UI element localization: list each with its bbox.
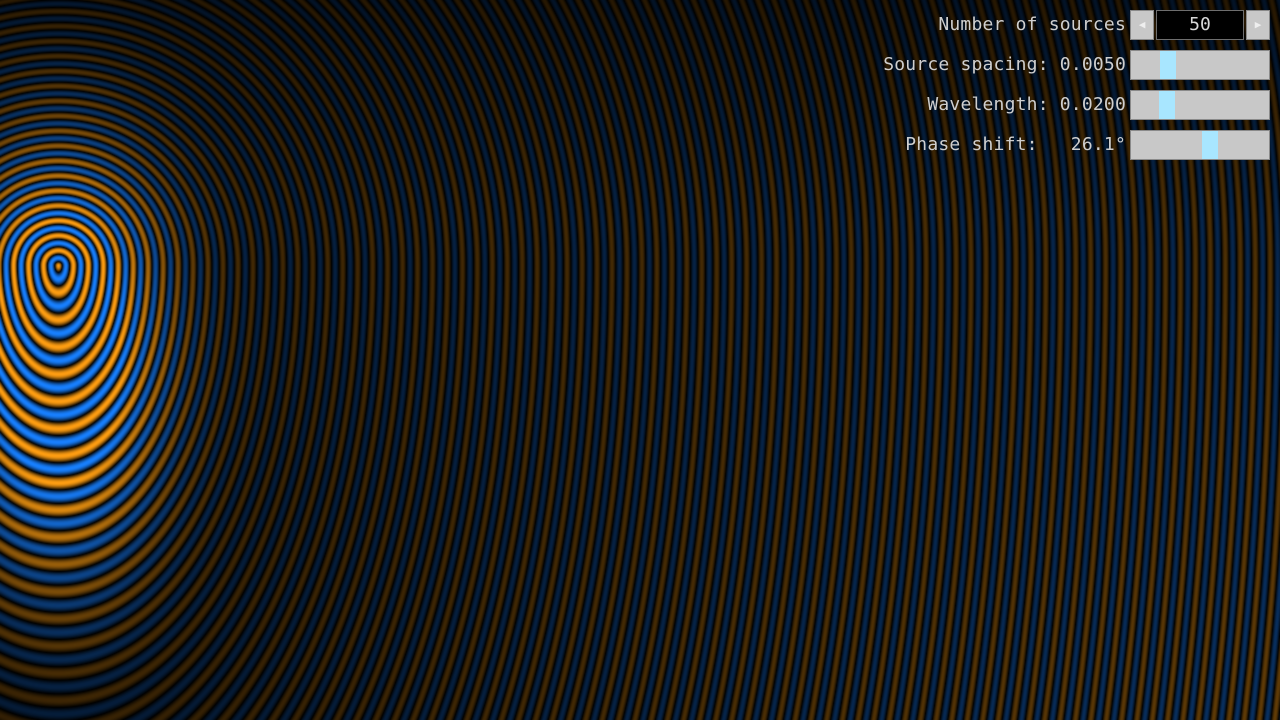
increment-button[interactable]: ▶	[1246, 10, 1270, 40]
phase-row: Phase shift: 26.1°	[870, 130, 1270, 160]
sources-label: Number of sources	[938, 14, 1126, 35]
wavelength-label: Wavelength: 0.0200	[927, 94, 1126, 115]
wavelength-slider[interactable]	[1130, 90, 1270, 120]
spacing-slider-thumb[interactable]	[1160, 51, 1176, 79]
triangle-right-icon: ▶	[1254, 18, 1262, 31]
phase-label: Phase shift: 26.1°	[905, 134, 1126, 155]
phase-slider[interactable]	[1130, 130, 1270, 160]
simulation-view: Number of sources ◀ 50 ▶ Source spacing:…	[0, 0, 1280, 720]
wavelength-row: Wavelength: 0.0200	[870, 90, 1270, 120]
triangle-left-icon: ◀	[1138, 18, 1146, 31]
spacing-slider[interactable]	[1130, 50, 1270, 80]
wavelength-slider-thumb[interactable]	[1159, 91, 1175, 119]
spacing-label: Source spacing: 0.0050	[883, 54, 1126, 75]
spacing-row: Source spacing: 0.0050	[870, 50, 1270, 80]
decrement-button[interactable]: ◀	[1130, 10, 1154, 40]
control-panel: Number of sources ◀ 50 ▶ Source spacing:…	[870, 10, 1270, 170]
sources-stepper[interactable]: ◀ 50 ▶	[1130, 10, 1270, 40]
sources-value[interactable]: 50	[1156, 10, 1244, 40]
phase-slider-thumb[interactable]	[1202, 131, 1218, 159]
sources-row: Number of sources ◀ 50 ▶	[870, 10, 1270, 40]
